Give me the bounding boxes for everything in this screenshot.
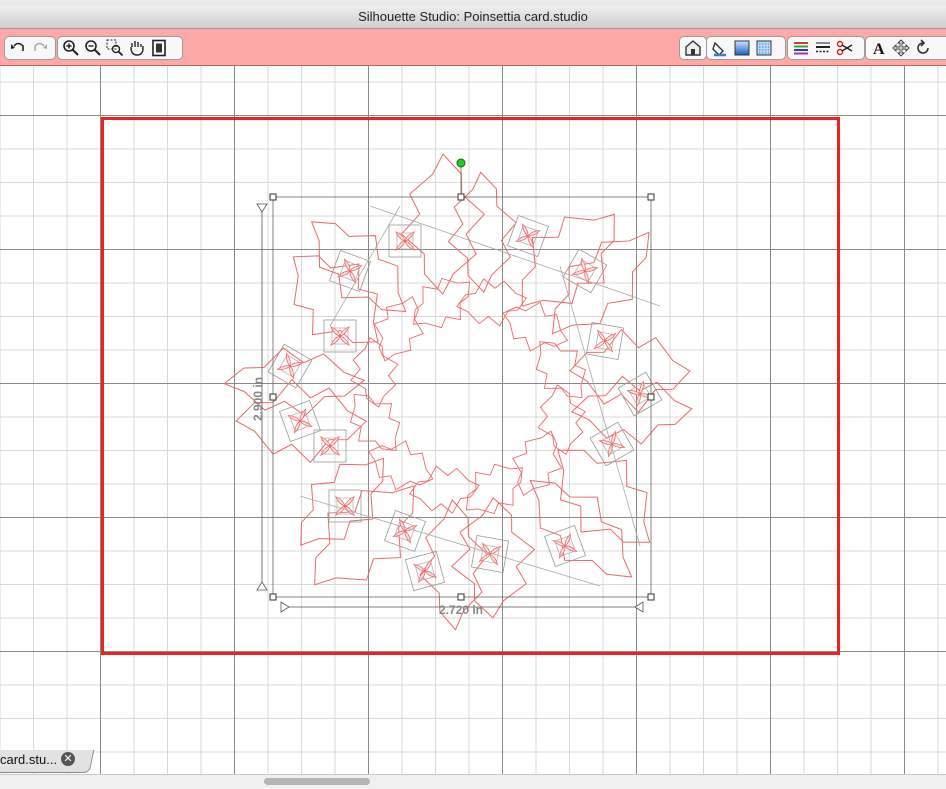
window-title: Silhouette Studio: Poinsettia card.studi…	[0, 6, 946, 29]
resize-handle-left[interactable]	[269, 393, 277, 401]
wreath-design[interactable]: 2.900 in 2.720 in	[0, 66, 946, 774]
zoom-in-icon[interactable]	[61, 38, 81, 58]
history-group	[4, 36, 56, 60]
leaf-outline	[512, 430, 563, 497]
resize-handle-bl[interactable]	[269, 593, 277, 601]
resize-handle-bottom[interactable]	[457, 593, 465, 601]
document-tab-label: card.stu...	[0, 752, 58, 767]
resize-handle-tr[interactable]	[647, 193, 655, 201]
resize-handle-top[interactable]	[457, 193, 465, 201]
fill-icon[interactable]	[710, 38, 730, 58]
flower-group	[562, 248, 608, 294]
leaf-outline	[447, 171, 517, 294]
leaf-outline	[413, 277, 471, 329]
resize-handle-tl[interactable]	[269, 193, 277, 201]
gradient-icon[interactable]	[732, 38, 752, 58]
leaf-outline	[373, 295, 424, 362]
undo-icon[interactable]	[8, 38, 28, 58]
fill-group	[706, 36, 786, 60]
cut-style-icon[interactable]	[835, 38, 855, 58]
store-icon[interactable]	[683, 38, 703, 58]
flower-group	[313, 429, 347, 463]
flower-group	[328, 249, 372, 293]
leaf-outline	[400, 153, 486, 295]
flower-group	[404, 550, 446, 592]
zoom-region-icon[interactable]	[105, 38, 125, 58]
width-label: 2.720 in	[439, 603, 483, 617]
flower-group	[471, 535, 509, 573]
zoom-group	[57, 36, 183, 60]
horizontal-scrollbar[interactable]	[264, 778, 370, 785]
leaf-outline	[569, 328, 691, 414]
flower-group	[506, 214, 550, 258]
resize-handle-br[interactable]	[647, 593, 655, 601]
poinsettia-shapes[interactable]	[223, 153, 693, 631]
leaf-outline	[502, 301, 569, 352]
flower-group	[586, 322, 624, 360]
flower-group	[383, 509, 427, 553]
line-color-icon[interactable]	[791, 38, 811, 58]
svg-text:A: A	[873, 41, 885, 57]
store-group	[679, 36, 707, 60]
transform-icon[interactable]	[891, 38, 911, 58]
group-outline	[369, 205, 661, 307]
resize-handle-right[interactable]	[647, 393, 655, 401]
flower-group	[589, 421, 635, 467]
leaf-outline	[465, 463, 523, 515]
object-group: A	[865, 36, 946, 60]
height-label: 2.900 in	[251, 377, 265, 421]
pattern-icon[interactable]	[754, 38, 774, 58]
line-group	[787, 36, 865, 60]
group-outline	[329, 205, 401, 327]
leaf-outline	[570, 375, 693, 445]
close-icon[interactable]: ✕	[61, 752, 75, 766]
fit-page-icon[interactable]	[149, 38, 169, 58]
pan-icon[interactable]	[127, 38, 147, 58]
redo-icon[interactable]	[30, 38, 50, 58]
status-bar	[0, 774, 946, 789]
selection-box[interactable]: 2.900 in 2.720 in	[251, 158, 655, 617]
leaf-outline	[521, 213, 615, 307]
line-style-icon[interactable]	[813, 38, 833, 58]
text-style-icon[interactable]: A	[869, 38, 889, 58]
toolbar: A	[0, 29, 946, 66]
zoom-out-icon[interactable]	[83, 38, 103, 58]
rotate-handle[interactable]	[456, 158, 466, 168]
replicate-icon[interactable]	[913, 38, 933, 58]
leaf-outline	[349, 393, 401, 451]
flower-group	[323, 319, 357, 353]
design-canvas[interactable]: 2.900 in 2.720 in	[0, 66, 946, 774]
leaf-outline	[314, 485, 415, 586]
